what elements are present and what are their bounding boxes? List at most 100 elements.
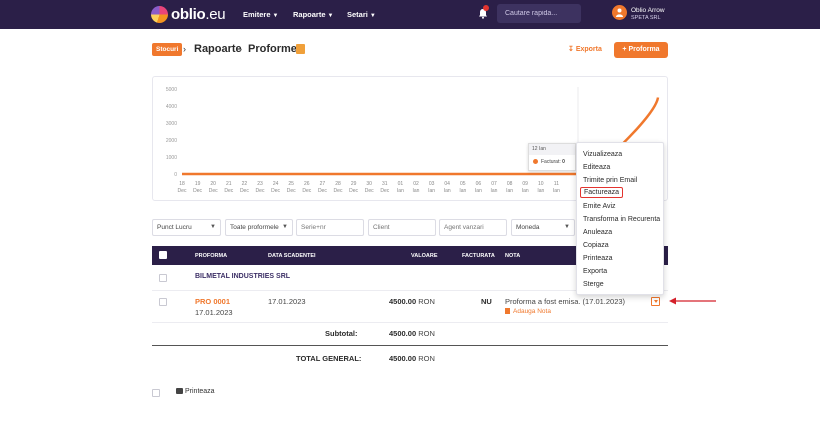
row-divider <box>152 322 668 323</box>
x-tick-day: 04 <box>444 181 450 187</box>
breadcrumb-separator: › <box>239 44 242 54</box>
footer-checkbox[interactable] <box>152 389 160 397</box>
row-actions-dropdown-button[interactable] <box>651 297 660 306</box>
tooltip-title: 12 Ian <box>529 144 575 155</box>
menu-transforma-recurenta[interactable]: Transforma in Recurenta <box>583 216 660 223</box>
col-facturata[interactable]: FACTURATA <box>462 253 495 259</box>
annotation-arrow-icon <box>669 297 716 305</box>
menu-anuleaza[interactable]: Anuleaza <box>583 229 612 236</box>
client-input[interactable] <box>368 219 436 236</box>
download-icon: ↧ <box>568 46 576 53</box>
x-tick-month: Dec <box>178 188 187 194</box>
menu-editeaza[interactable]: Editeaza <box>583 164 610 171</box>
select-all-checkbox[interactable] <box>159 251 167 259</box>
x-tick-day: 06 <box>476 181 482 187</box>
x-tick-day: 20 <box>210 181 216 187</box>
col-valoare[interactable]: VALOARE <box>411 253 437 259</box>
add-note-link[interactable]: Adauga Nota <box>505 308 551 315</box>
x-tick-day: 31 <box>382 181 388 187</box>
x-tick-month: Ian <box>522 188 529 194</box>
oblio-logo-icon[interactable] <box>151 6 168 23</box>
agent-input[interactable] <box>439 219 507 236</box>
menu-trimite-email[interactable]: Trimite prin Email <box>583 177 637 184</box>
x-tick-month: Dec <box>209 188 218 194</box>
x-tick-month: Ian <box>444 188 451 194</box>
x-tick-month: Dec <box>334 188 343 194</box>
menu-vizualizeaza[interactable]: Vizualizeaza <box>583 151 622 158</box>
x-tick-month: Dec <box>365 188 374 194</box>
x-tick-month: Dec <box>240 188 249 194</box>
x-tick-day: 26 <box>304 181 310 187</box>
chevron-down-icon: ▼ <box>210 224 216 230</box>
nav-rapoarte[interactable]: Rapoarte ▼ <box>293 10 333 19</box>
user-name[interactable]: Oblio Arrow <box>631 7 665 14</box>
x-tick-day: 25 <box>288 181 294 187</box>
y-tick-label: 3000 <box>166 121 177 127</box>
x-tick-month: Dec <box>380 188 389 194</box>
x-tick-day: 01 <box>398 181 404 187</box>
notification-badge <box>483 5 489 11</box>
x-tick-month: Dec <box>271 188 280 194</box>
row-actions-menu: Vizualizeaza Editeaza Trimite prin Email… <box>576 142 664 295</box>
col-proforma[interactable]: PROFORMA <box>195 253 227 259</box>
menu-copiaza[interactable]: Copiaza <box>583 242 609 249</box>
menu-factureaza[interactable]: Factureaza <box>580 187 624 198</box>
serie-input[interactable] <box>296 219 364 236</box>
x-tick-day: 27 <box>320 181 326 187</box>
moneda-select[interactable]: Moneda ▼ <box>511 219 575 236</box>
punct-lucru-select[interactable]: Punct Lucru ▼ <box>152 219 221 236</box>
export-button[interactable]: ↧ Exporta <box>568 45 602 53</box>
x-tick-day: 10 <box>538 181 544 187</box>
menu-printeaza[interactable]: Printeaza <box>583 255 613 262</box>
col-data-scadentei[interactable]: DATA SCADENTEI <box>268 253 316 259</box>
x-tick-day: 11 <box>554 181 559 187</box>
document-icon <box>505 308 510 314</box>
x-tick-day: 23 <box>257 181 263 187</box>
user-company: SPETA SRL <box>631 15 661 21</box>
x-tick-day: 21 <box>226 181 232 187</box>
x-tick-month: Ian <box>459 188 466 194</box>
user-icon <box>616 8 623 17</box>
breadcrumb-rapoarte[interactable]: Rapoarte <box>194 43 242 55</box>
user-avatar[interactable] <box>612 5 627 20</box>
menu-exporta[interactable]: Exporta <box>583 268 607 275</box>
breadcrumb-stocuri-badge[interactable]: Stocuri <box>152 43 183 56</box>
x-tick-day: 07 <box>491 181 497 187</box>
client-group-title[interactable]: BILMETAL INDUSTRIES SRL <box>195 273 290 280</box>
x-tick-day: 22 <box>242 181 248 187</box>
chevron-down-icon: ▼ <box>272 13 279 19</box>
proforma-number-link[interactable]: PRO 0001 <box>195 297 230 306</box>
y-tick-label: 1000 <box>166 155 177 161</box>
status-select[interactable]: Toate proformele ▼ <box>225 219 293 236</box>
menu-sterge[interactable]: Sterge <box>583 281 604 288</box>
chart-tooltip: 12 Ian Facturat: 0 <box>528 143 576 171</box>
x-tick-month: Dec <box>302 188 311 194</box>
search-input[interactable] <box>497 4 581 23</box>
report-icon[interactable] <box>296 44 305 54</box>
x-tick-month: Ian <box>397 188 404 194</box>
proforma-note: Proforma a fost emisa. (17.01.2023) <box>505 297 626 306</box>
proforma-amount: 4500.00 RON <box>389 297 435 306</box>
menu-emite-aviz[interactable]: Emite Aviz <box>583 203 616 210</box>
breadcrumb-separator: › <box>183 44 186 54</box>
total-label: TOTAL GENERAL: <box>296 354 362 363</box>
chevron-down-icon: ▼ <box>369 13 376 19</box>
nav-emitere[interactable]: Emitere ▼ <box>243 10 278 19</box>
y-tick-label: 4000 <box>166 104 177 110</box>
tooltip-row: Facturat: 0 <box>529 155 575 165</box>
nav-setari[interactable]: Setari ▼ <box>347 10 376 19</box>
x-tick-month: Ian <box>475 188 482 194</box>
oblio-logo-text[interactable]: oblio.eu <box>171 6 226 23</box>
x-tick-month: Ian <box>506 188 513 194</box>
group-checkbox[interactable] <box>159 274 167 282</box>
x-tick-month: Dec <box>318 188 327 194</box>
proforma-due-date: 17.01.2023 <box>268 297 306 306</box>
row-checkbox[interactable] <box>159 298 167 306</box>
chevron-down-icon: ▼ <box>327 13 334 19</box>
subtotal-label: Subtotal: <box>325 329 358 338</box>
add-proforma-button[interactable]: + Proforma <box>614 42 668 58</box>
x-tick-month: Ian <box>537 188 544 194</box>
top-navbar: oblio.eu Emitere▼ Rapoarte▼ Setari▼ Obli… <box>0 0 820 29</box>
print-button[interactable]: Printeaza <box>176 388 215 395</box>
col-nota[interactable]: NOTA <box>505 253 520 259</box>
